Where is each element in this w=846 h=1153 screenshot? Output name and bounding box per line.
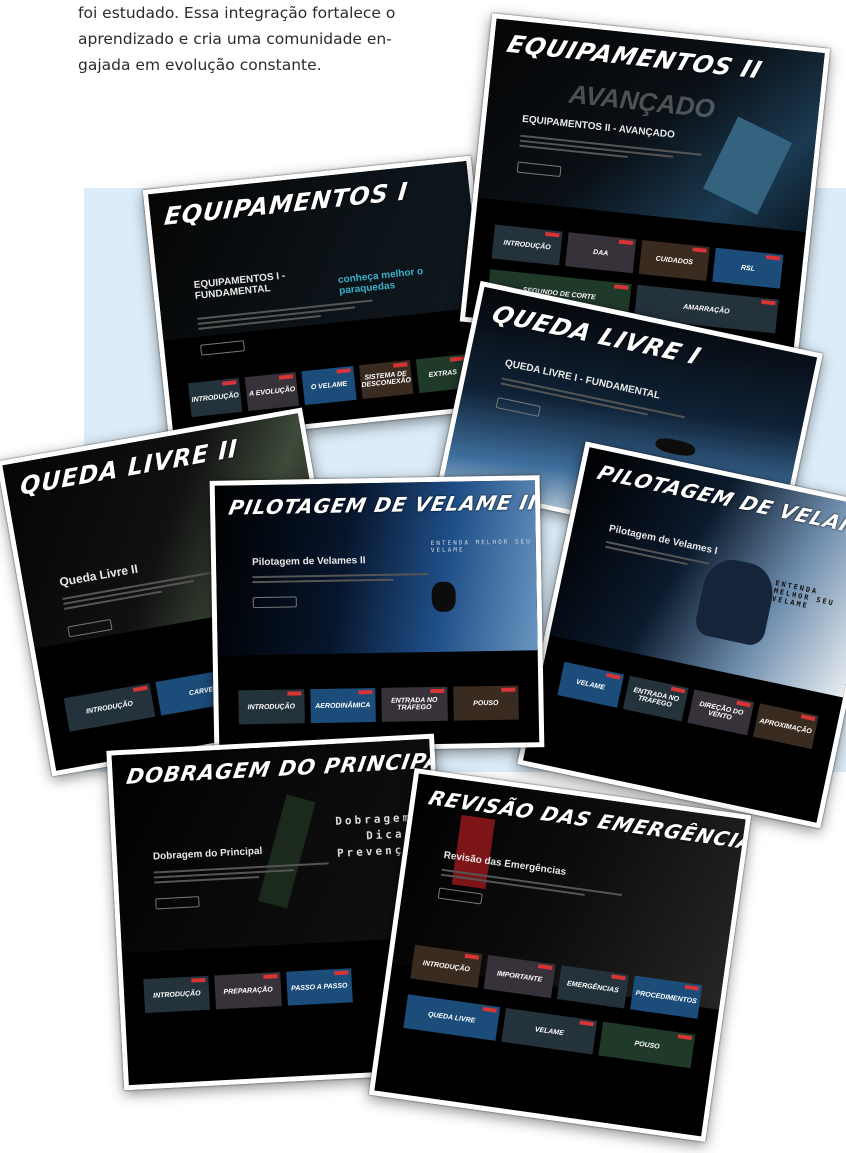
screenshot-card-equipamentos-1: EQUIPAMENTOS I EQUIPAMENTOS I - FUNDAMEN… [142, 155, 498, 444]
lesson-thumb[interactable]: SISTEMA DE DESCONEXÃO [358, 359, 414, 400]
lesson-thumb[interactable]: INTRODUÇÃO [238, 689, 305, 725]
lesson-thumb[interactable]: POUSO [598, 1021, 696, 1069]
lesson-thumb[interactable]: INTRODUÇÃO [143, 975, 211, 1014]
lesson-thumb[interactable]: AERODINÂMICA [309, 688, 376, 724]
lesson-thumb[interactable]: INTRODUÇÃO [63, 683, 156, 732]
lesson-thumb[interactable]: RSL [712, 247, 784, 289]
screenshot-card-revisao: REVISÃO DAS EMERGÊNCIAS Revisão das Emer… [368, 767, 752, 1143]
lesson-thumb[interactable]: INTRODUÇÃO [491, 224, 563, 266]
intro-line: aprendizado e cria uma comunidade en- [78, 30, 392, 48]
screenshot-card-pilotagem-2: PILOTAGEM DE VELAME II ENTENDA MELHOR SE… [209, 475, 545, 753]
intro-line: gajada em evolução constante. [78, 56, 322, 74]
lesson-thumb[interactable]: VELAME [501, 1007, 598, 1055]
lesson-thumb[interactable]: DIREÇÃO DO VENTO [687, 689, 754, 736]
lesson-thumb[interactable]: ENTRADA NO TRÁFEGO [381, 686, 448, 722]
start-button[interactable] [252, 596, 297, 609]
start-button[interactable] [200, 340, 245, 356]
lesson-thumb[interactable]: O VELAME [301, 365, 357, 406]
intro-line: foi estudado. Essa integração fortalece … [78, 4, 396, 22]
lesson-thumb[interactable]: INTRODUÇÃO [188, 377, 243, 418]
lesson-thumbnails: INTRODUÇÃO AERODINÂMICA ENTRADA NO TRÁFE… [238, 685, 519, 725]
lesson-thumb[interactable]: PREPARAÇÃO [214, 972, 282, 1010]
lesson-thumb[interactable]: PASSO A PASSO [285, 968, 353, 1006]
lesson-thumb[interactable]: DAA [565, 232, 637, 274]
lesson-thumbnails: INTRODUÇÃO PREPARAÇÃO PASSO A PASSO [143, 968, 353, 1014]
intro-paragraph: foi estudado. Essa integração fortalece … [78, 0, 453, 78]
lesson-thumb[interactable]: VELAME [557, 661, 624, 708]
lesson-thumbnails: INTRODUÇÃO A EVOLUÇÃO O VELAME SISTEMA D… [188, 353, 471, 418]
card-subtitle: Pilotagem de Velames II [251, 555, 366, 569]
lesson-thumb[interactable]: A EVOLUÇÃO [244, 371, 300, 412]
start-button[interactable] [155, 896, 200, 910]
card-tagline: ENTENDA MELHOR SEU VELAME [430, 538, 532, 555]
lesson-thumb[interactable]: APROXIMAÇÃO [752, 703, 819, 750]
lesson-thumb[interactable]: QUEDA LIVRE [403, 994, 500, 1041]
skydiver-figure [431, 581, 456, 613]
lesson-thumb[interactable]: CUIDADOS [638, 240, 710, 281]
lesson-thumb[interactable]: POUSO [452, 685, 519, 721]
lesson-thumb[interactable]: ENTRADA NO TRÁFEGO [622, 675, 689, 722]
